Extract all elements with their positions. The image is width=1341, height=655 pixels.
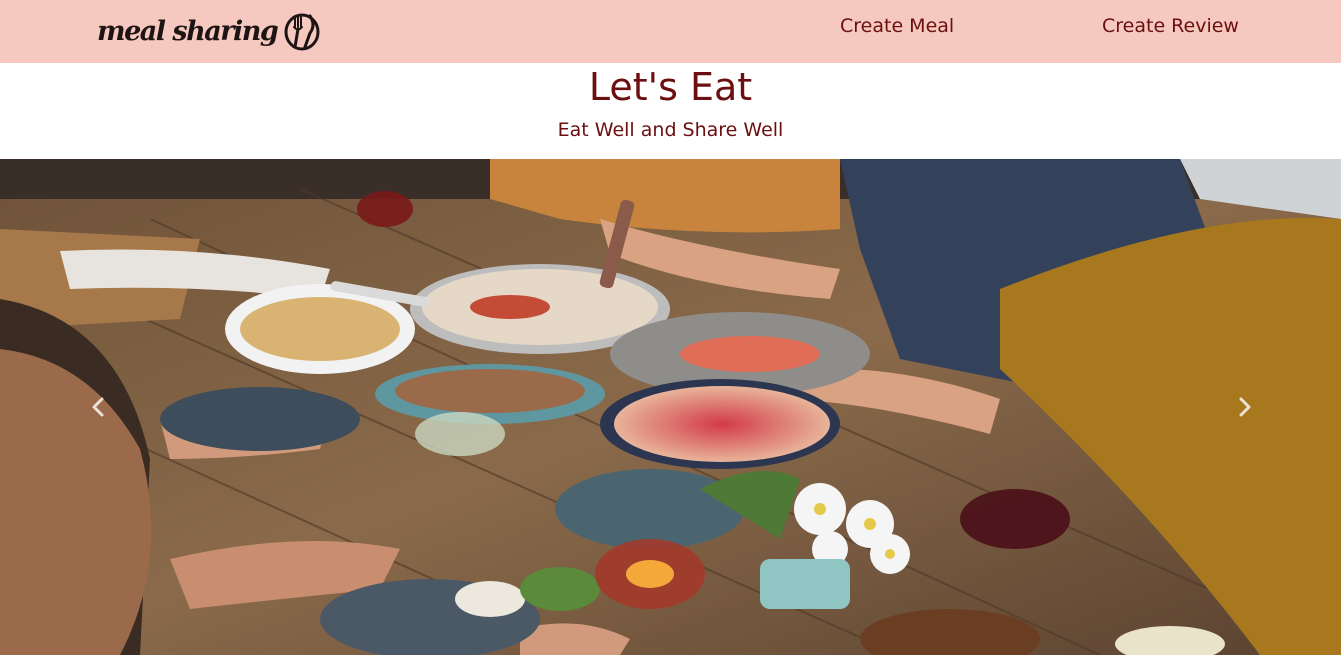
page-subtitle: Eat Well and Share Well [557,119,784,141]
chevron-left-icon [92,397,104,417]
brand-name: meal sharing [97,15,279,47]
fork-knife-plate-icon [284,13,320,51]
brand-logo[interactable]: meal sharing [97,8,321,54]
hero-heading: Let's Eat Eat Well and Share Well [0,63,1341,159]
page-title: Let's Eat [588,65,753,109]
shared-meal-photo [0,159,1341,655]
carousel-next-button[interactable] [1225,387,1265,427]
nav-create-meal[interactable]: Create Meal [840,14,954,38]
navbar: meal sharing Create Meal Create Review [0,0,1341,63]
chevron-right-icon [1239,397,1251,417]
nav-create-review[interactable]: Create Review [1102,14,1239,38]
hero-carousel [0,159,1341,655]
carousel-prev-button[interactable] [78,387,118,427]
